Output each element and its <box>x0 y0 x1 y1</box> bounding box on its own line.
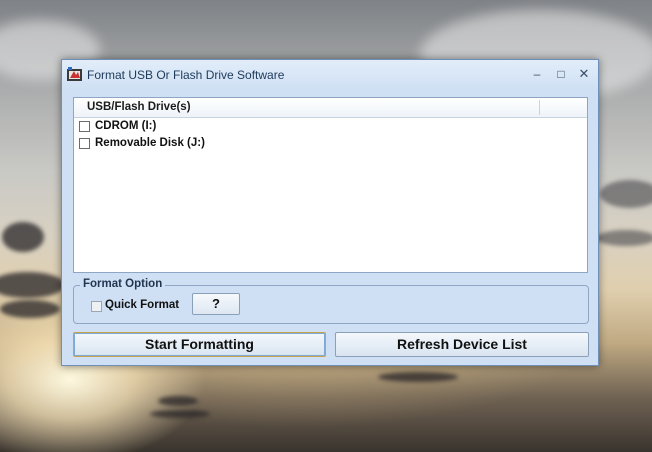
cloud <box>0 272 65 298</box>
format-option-group: Format Option Quick Format ? <box>73 278 589 324</box>
cloud <box>600 180 652 208</box>
close-button[interactable]: ✕ <box>575 66 593 82</box>
cloud <box>2 222 44 252</box>
refresh-device-list-button[interactable]: Refresh Device List <box>335 332 589 357</box>
drive-checkbox[interactable] <box>79 138 90 149</box>
app-window: Format USB Or Flash Drive Software – □ ✕… <box>61 59 599 366</box>
window-title: Format USB Or Flash Drive Software <box>87 68 285 82</box>
cloud <box>596 230 652 246</box>
quick-format-checkbox[interactable] <box>91 301 102 312</box>
title-bar[interactable]: Format USB Or Flash Drive Software – □ ✕ <box>62 60 598 90</box>
maximize-button[interactable]: □ <box>552 66 570 82</box>
drive-label: CDROM (I:) <box>95 120 157 132</box>
app-icon <box>67 67 82 81</box>
cloud <box>158 396 198 406</box>
format-option-legend: Format Option <box>80 278 166 290</box>
quick-format-label[interactable]: Quick Format <box>105 299 179 311</box>
cloud <box>150 410 210 418</box>
column-header-label: USB/Flash Drive(s) <box>87 101 191 113</box>
start-formatting-button[interactable]: Start Formatting <box>73 332 326 357</box>
cloud <box>0 300 60 318</box>
column-divider[interactable] <box>539 100 540 115</box>
drive-checkbox[interactable] <box>79 121 90 132</box>
list-column-header[interactable]: USB/Flash Drive(s) <box>74 98 587 118</box>
cloud <box>378 372 458 382</box>
minimize-button[interactable]: – <box>528 66 546 82</box>
help-button[interactable]: ? <box>192 293 240 315</box>
drive-label: Removable Disk (J:) <box>95 137 205 149</box>
drive-list[interactable]: USB/Flash Drive(s) CDROM (I:) Removable … <box>73 97 588 273</box>
